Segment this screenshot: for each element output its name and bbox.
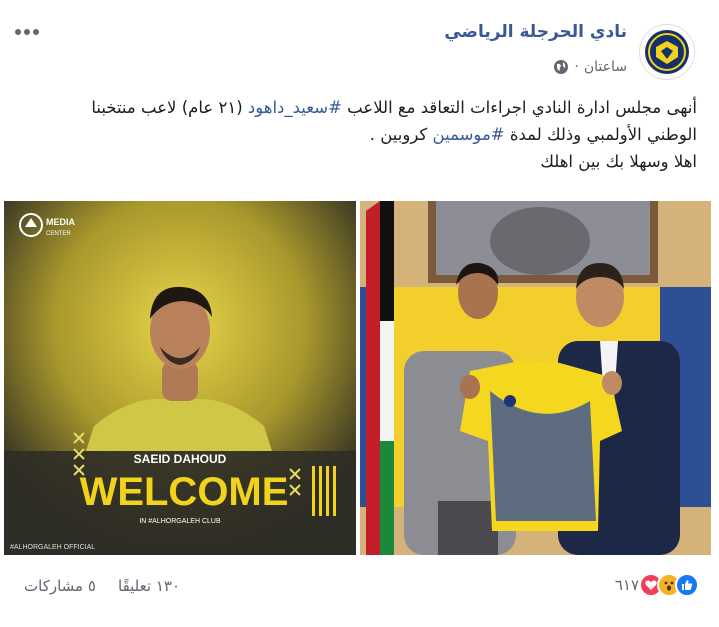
- meta-separator: ·: [574, 59, 579, 75]
- text-segment: الوطني الأولمبي وذلك لمدة: [504, 125, 697, 144]
- welcome-graphic-photo[interactable]: MEDIA CENTER SAEID DAHOUD WELCOME IN #AL…: [4, 201, 356, 555]
- center-label: CENTER: [46, 231, 71, 237]
- facebook-post: نادي الحرجلة الرياضي ساعتان · أنهى مجلس …: [0, 0, 719, 627]
- club-logo-icon: [645, 30, 689, 74]
- post-text-line-1: أنهى مجلس ادارة النادي اجراءات التعاقد م…: [17, 94, 697, 121]
- signing-photo[interactable]: [360, 201, 711, 555]
- signing-photo-image: [360, 201, 711, 555]
- more-options-button[interactable]: [14, 24, 40, 36]
- like-icon: [675, 573, 699, 597]
- shares-count[interactable]: ٥ مشاركات: [24, 577, 96, 595]
- player-name: SAEID DAHOUD: [134, 452, 227, 466]
- hashtag-link[interactable]: #سعيد_داهود: [248, 98, 342, 117]
- post-meta: ساعتان ·: [553, 59, 627, 75]
- reactions-summary[interactable]: ٦١٧: [615, 573, 699, 597]
- post-footer: ٥ مشاركات ١٣٠ تعليقًا ٦١٧: [0, 563, 719, 613]
- page-name-link[interactable]: نادي الحرجلة الرياضي: [444, 22, 627, 42]
- ellipsis-icon: [15, 29, 39, 35]
- text-segment: كروبين .: [369, 125, 433, 144]
- media-label: MEDIA: [46, 217, 76, 227]
- welcome-graphic-image: MEDIA CENTER SAEID DAHOUD WELCOME IN #AL…: [4, 201, 356, 555]
- post-time[interactable]: ساعتان: [584, 59, 627, 75]
- hashtag-link[interactable]: #موسمين: [433, 125, 505, 144]
- post-text-line-3: اهلا وسهلا بك بين اهلك: [540, 152, 697, 171]
- club-line: IN #ALHORGALEH CLUB: [139, 518, 221, 525]
- reaction-count: ٦١٧: [614, 576, 639, 594]
- page-avatar[interactable]: [639, 24, 695, 80]
- post-text: أنهى مجلس ادارة النادي اجراءات التعاقد م…: [17, 94, 697, 175]
- comments-count[interactable]: ١٣٠ تعليقًا: [118, 577, 180, 595]
- text-segment: أنهى مجلس ادارة النادي اجراءات التعاقد م…: [341, 98, 697, 117]
- post-text-line-2: الوطني الأولمبي وذلك لمدة #موسمين كروبين…: [17, 121, 697, 148]
- welcome-text: WELCOME: [80, 470, 289, 514]
- official-handle: #ALHORGALEH OFFICIAL: [10, 544, 95, 551]
- text-segment: (٢١ عام) لاعب منتخبنا: [91, 98, 248, 117]
- globe-icon[interactable]: [553, 59, 569, 75]
